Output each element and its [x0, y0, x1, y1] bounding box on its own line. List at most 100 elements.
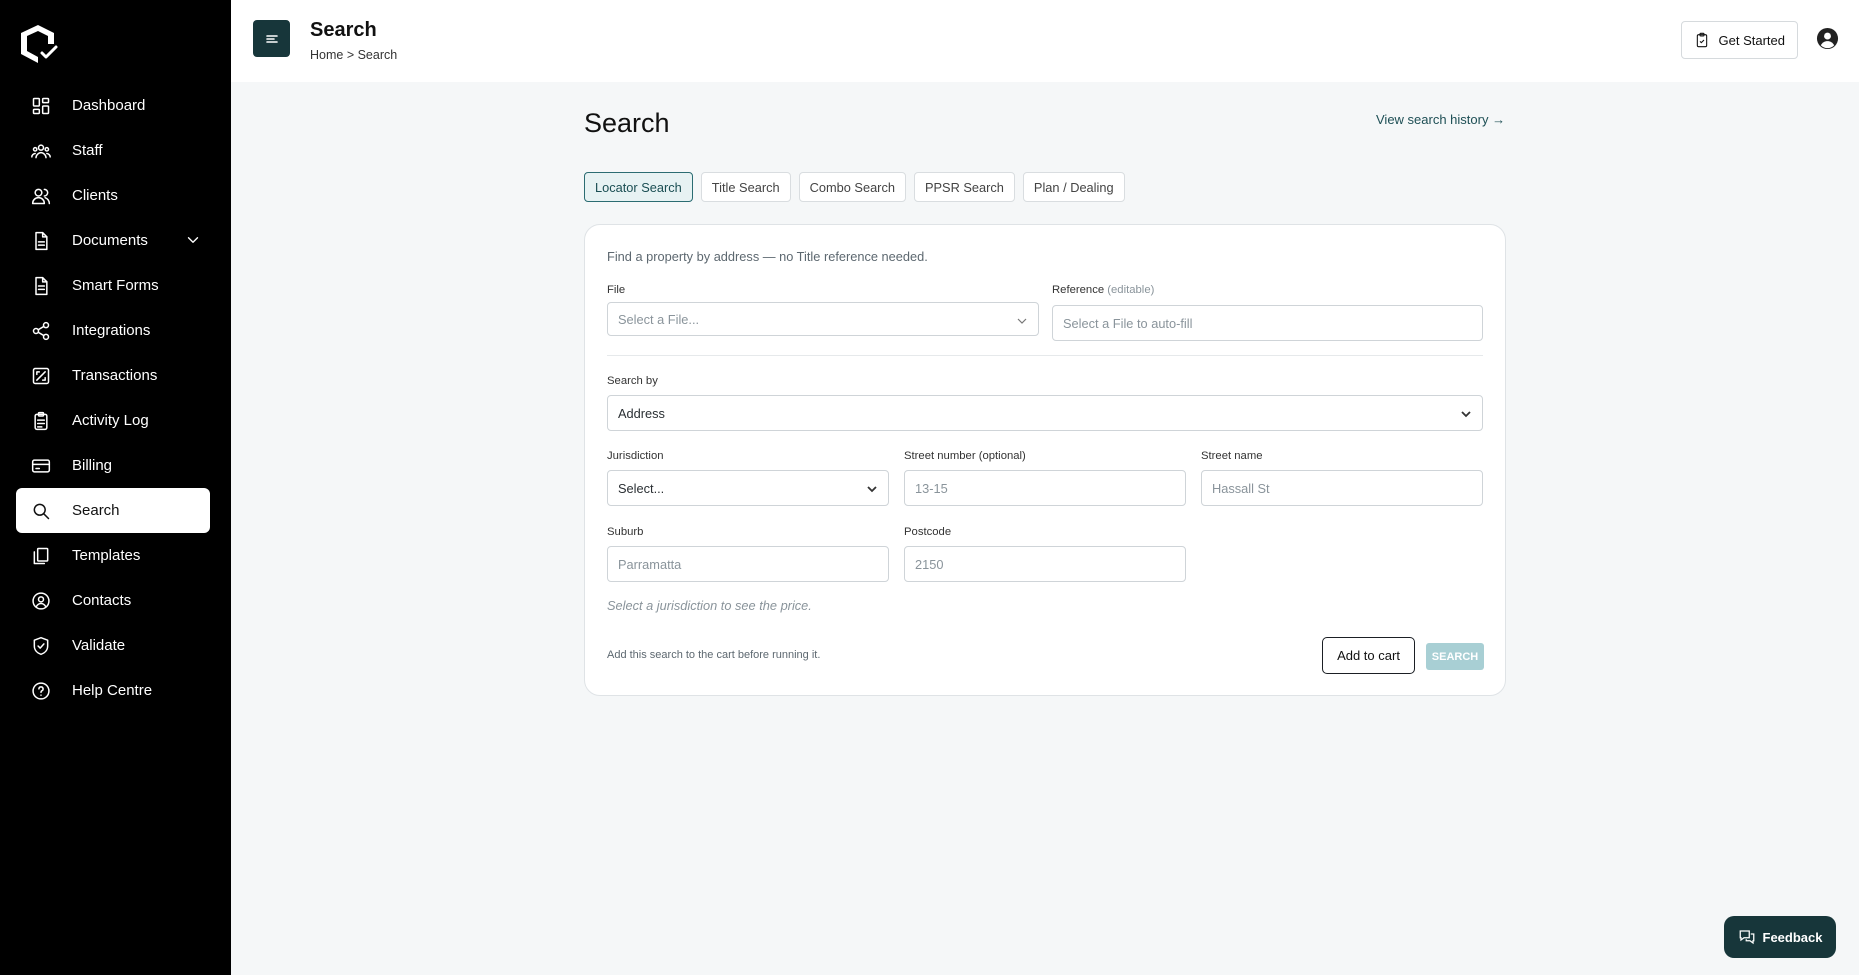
tab-ppsr-search[interactable]: PPSR Search — [913, 172, 1015, 202]
sidebar-item-transactions[interactable]: Transactions — [16, 353, 210, 398]
templates-icon — [30, 545, 52, 567]
sidebar-item-activity-log[interactable]: Activity Log — [16, 398, 210, 443]
locator-search-form: Find a property by address — no Title re… — [584, 224, 1506, 696]
sidebar-item-contacts[interactable]: Contacts — [16, 578, 210, 623]
street-name-label: Street name — [1201, 450, 1263, 462]
tab-combo-search[interactable]: Combo Search — [798, 172, 906, 202]
cart-hint: Add this search to the cart before runni… — [607, 649, 821, 661]
sidebar-item-staff[interactable]: Staff — [16, 128, 210, 173]
search-by-value: Address — [618, 405, 665, 421]
search-by-select[interactable]: Address — [607, 395, 1483, 431]
sidebar-item-label: Validate — [72, 637, 126, 654]
sidebar-item-documents[interactable]: Documents — [16, 218, 210, 263]
user-avatar-icon[interactable] — [1816, 27, 1839, 50]
postcode-input[interactable]: 2150 — [904, 546, 1186, 582]
chevron-down-icon — [867, 486, 877, 493]
menu-icon — [265, 34, 278, 43]
breadcrumb[interactable]: Home > Search — [310, 48, 397, 62]
activity-log-icon — [30, 410, 52, 432]
feedback-label: Feedback — [1762, 929, 1823, 945]
smart-forms-icon — [30, 275, 52, 297]
sidebar-item-label: Search — [72, 502, 120, 519]
app-logo-icon[interactable] — [18, 22, 62, 66]
chevron-down-icon[interactable] — [184, 231, 202, 249]
file-label: File — [607, 284, 626, 296]
search-icon — [30, 500, 52, 522]
tab-plan-dealing[interactable]: Plan / Dealing — [1022, 172, 1125, 202]
sidebar-item-label: Clients — [72, 187, 118, 204]
main-title: Search — [584, 108, 670, 138]
postcode-label: Postcode — [904, 526, 952, 538]
street-number-placeholder: 13-15 — [915, 480, 948, 496]
chat-bubbles-icon — [1739, 930, 1754, 945]
sidebar-item-templates[interactable]: Templates — [16, 533, 210, 578]
get-started-label: Get Started — [1718, 32, 1785, 48]
street-name-input[interactable]: Hassall St — [1201, 470, 1483, 506]
sidebar-item-label: Templates — [72, 547, 141, 564]
search-button[interactable]: SEARCH — [1426, 643, 1484, 670]
transactions-icon — [30, 365, 52, 387]
sidebar-item-label: Contacts — [72, 592, 132, 609]
sidebar-item-help-centre[interactable]: Help Centre — [16, 668, 210, 713]
dashboard-icon — [30, 95, 52, 117]
sidebar-item-label: Activity Log — [72, 412, 149, 429]
sidebar-item-label: Documents — [72, 232, 148, 249]
contacts-icon — [30, 590, 52, 612]
suburb-label: Suburb — [607, 526, 644, 538]
jurisdiction-select[interactable]: Select... — [607, 470, 889, 506]
postcode-placeholder: 2150 — [915, 556, 944, 572]
sidebar: Dashboard Staff Clients Documents Smart … — [0, 0, 231, 975]
price-hint: Select a jurisdiction to see the price. — [607, 598, 812, 613]
search-tabs: Locator Search Title Search Combo Search… — [584, 172, 1125, 202]
clients-icon — [30, 185, 52, 207]
top-header: Search Home > Search Get Started — [231, 0, 1859, 82]
sidebar-item-search[interactable]: Search — [16, 488, 210, 533]
sidebar-item-smart-forms[interactable]: Smart Forms — [16, 263, 210, 308]
sidebar-item-label: Staff — [72, 142, 103, 159]
sidebar-item-label: Dashboard — [72, 97, 146, 114]
reference-input[interactable]: Select a File to auto-fill — [1052, 305, 1483, 341]
menu-toggle-button[interactable] — [253, 20, 290, 57]
staff-icon — [30, 140, 52, 162]
sidebar-item-label: Integrations — [72, 322, 151, 339]
jurisdiction-value: Select... — [618, 480, 665, 496]
tab-locator-search[interactable]: Locator Search — [584, 172, 693, 202]
sidebar-item-label: Transactions — [72, 367, 158, 384]
street-number-label: Street number (optional) — [904, 450, 1026, 462]
sidebar-item-billing[interactable]: Billing — [16, 443, 210, 488]
file-select[interactable]: Select a File... — [607, 302, 1039, 336]
sidebar-item-clients[interactable]: Clients — [16, 173, 210, 218]
add-to-cart-button[interactable]: Add to cart — [1322, 637, 1415, 674]
feedback-button[interactable]: Feedback — [1724, 916, 1836, 958]
form-hint: Find a property by address — no Title re… — [607, 249, 928, 264]
chevron-down-icon — [1017, 318, 1027, 324]
documents-icon — [30, 230, 52, 252]
sidebar-item-label: Smart Forms — [72, 277, 159, 294]
reference-label-text: Reference — [1052, 284, 1105, 296]
get-started-button[interactable]: Get Started — [1680, 21, 1798, 59]
tab-title-search[interactable]: Title Search — [700, 172, 791, 202]
reference-placeholder: Select a File to auto-fill — [1063, 315, 1193, 331]
clipboard-check-icon — [1696, 32, 1707, 48]
sidebar-nav: Dashboard Staff Clients Documents Smart … — [16, 83, 210, 713]
sidebar-item-validate[interactable]: Validate — [16, 623, 210, 668]
suburb-placeholder: Parramatta — [618, 556, 682, 572]
view-search-history-link[interactable]: View search history → — [1376, 112, 1505, 127]
sidebar-item-label: Help Centre — [72, 682, 153, 699]
street-name-placeholder: Hassall St — [1212, 480, 1270, 496]
sidebar-item-label: Billing — [72, 457, 113, 474]
reference-note: (editable) — [1107, 284, 1155, 296]
sidebar-item-dashboard[interactable]: Dashboard — [16, 83, 210, 128]
form-divider — [607, 355, 1483, 356]
street-number-input[interactable]: 13-15 — [904, 470, 1186, 506]
chevron-down-icon — [1461, 411, 1471, 418]
file-select-value: Select a File... — [618, 311, 700, 327]
jurisdiction-label: Jurisdiction — [607, 450, 664, 462]
reference-label: Reference (editable) — [1052, 284, 1154, 296]
suburb-input[interactable]: Parramatta — [607, 546, 889, 582]
search-by-label: Search by — [607, 375, 658, 387]
help-icon — [30, 680, 52, 702]
integrations-icon — [30, 320, 52, 342]
sidebar-item-integrations[interactable]: Integrations — [16, 308, 210, 353]
validate-icon — [30, 635, 52, 657]
